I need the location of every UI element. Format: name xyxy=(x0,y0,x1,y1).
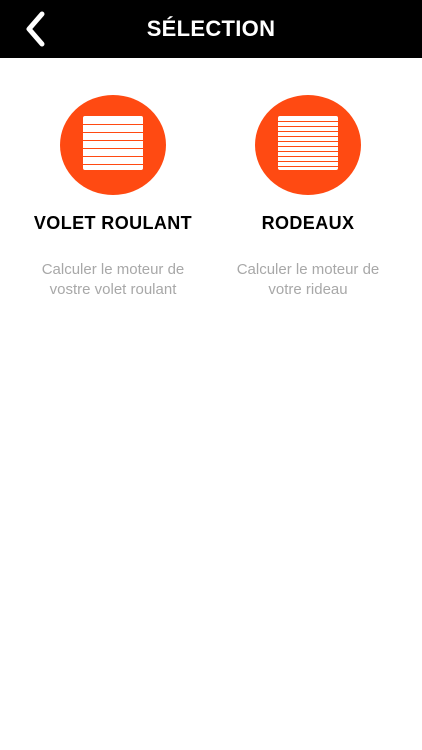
description-line: votre rideau xyxy=(268,281,348,298)
blind-graphic xyxy=(278,116,338,170)
roller-shutter-icon[interactable] xyxy=(60,95,166,195)
option-description: Calculer le moteur de votre rideau xyxy=(208,260,408,300)
description-line: vostre volet roulant xyxy=(49,281,177,298)
description-line: Calculer le moteur de xyxy=(236,261,380,278)
curtain-blind-icon[interactable] xyxy=(255,95,361,195)
navigation-bar: SÉLECTION xyxy=(0,0,422,58)
option-title[interactable]: VOLET ROULANT xyxy=(13,213,213,234)
page-title: SÉLECTION xyxy=(146,16,276,41)
option-title[interactable]: RODEAUX xyxy=(208,213,408,234)
option-volet-roulant[interactable]: VOLET ROULANT Calculer le moteur de vost… xyxy=(13,95,213,300)
description-line: Calculer le moteur de xyxy=(41,261,185,278)
shutter-graphic xyxy=(83,116,143,170)
option-description: Calculer le moteur de vostre volet roula… xyxy=(13,260,213,300)
option-rodeaux[interactable]: RODEAUX Calculer le moteur de votre ride… xyxy=(208,95,408,300)
